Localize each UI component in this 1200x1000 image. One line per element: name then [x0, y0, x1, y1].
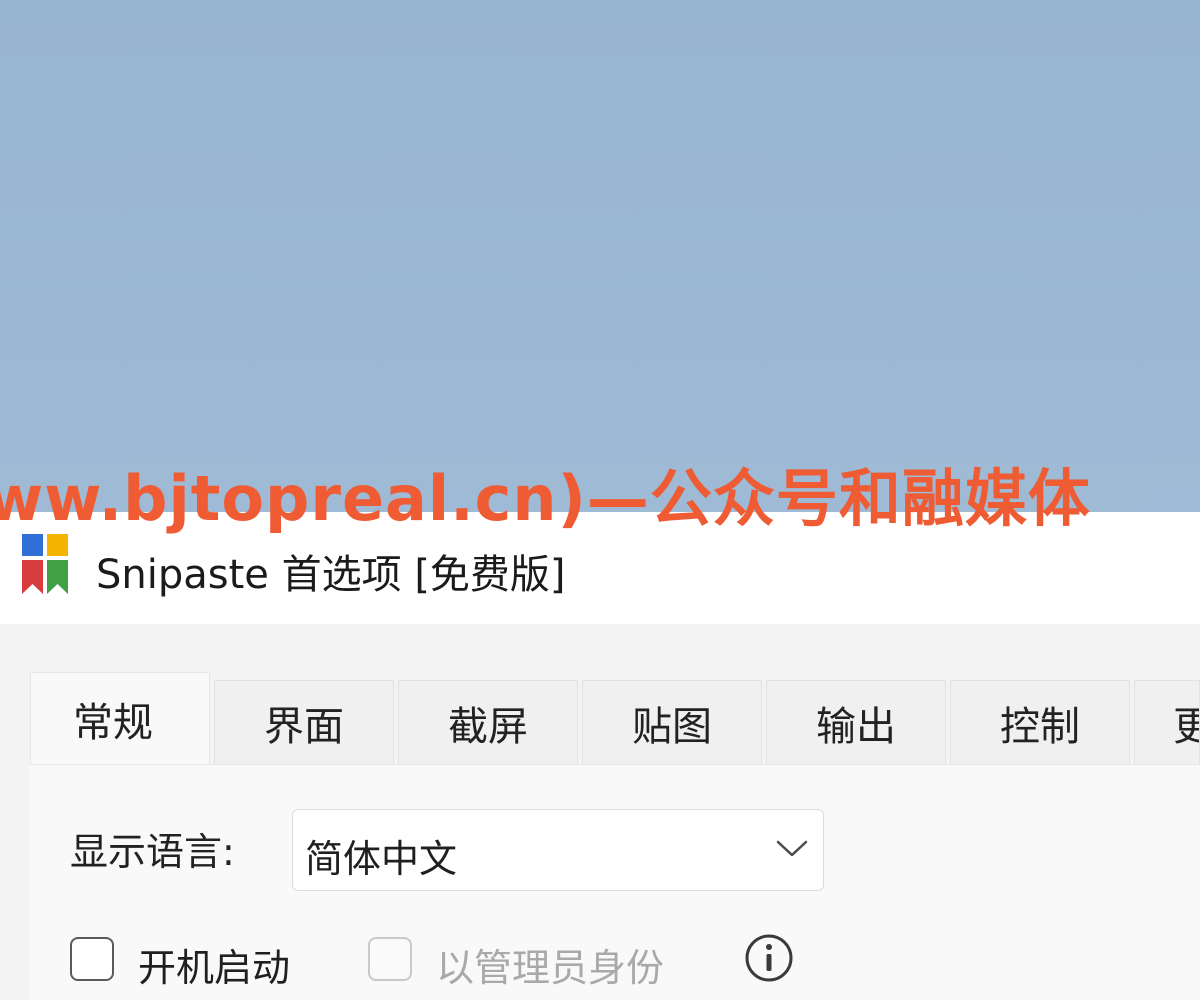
tab-more[interactable]: 更	[1134, 680, 1200, 764]
tab-output[interactable]: 输出	[766, 680, 946, 764]
info-icon[interactable]	[744, 933, 794, 983]
tab-paste[interactable]: 贴图	[582, 680, 762, 764]
tab-general[interactable]: 常规	[30, 672, 210, 764]
window-title: Snipaste 首选项 [免费版]	[96, 552, 566, 598]
run-as-admin-checkbox[interactable]	[368, 937, 412, 981]
language-select[interactable]: 简体中文	[292, 809, 824, 891]
desktop-background: ww.bjtopreal.cn)—公众号和融媒体 Snipaste 首选项 [免…	[0, 0, 1200, 1000]
chevron-down-icon	[776, 840, 808, 857]
tab-interface[interactable]: 界面	[214, 680, 394, 764]
watermark-text: ww.bjtopreal.cn)—公众号和融媒体	[0, 462, 1091, 535]
run-as-admin-label: 以管理员身份	[436, 946, 665, 990]
snipaste-logo-icon	[22, 534, 68, 594]
language-label: 显示语言:	[70, 830, 235, 874]
tab-control[interactable]: 控制	[950, 680, 1130, 764]
language-selected-value: 简体中文	[305, 837, 458, 881]
tab-screenshot[interactable]: 截屏	[398, 680, 578, 764]
startup-checkbox[interactable]	[70, 937, 114, 981]
preferences-window: Snipaste 首选项 [免费版] 常规 界面 截屏 贴图 输出 控制 更 显…	[0, 512, 1200, 1000]
startup-label[interactable]: 开机启动	[138, 937, 290, 992]
general-settings-panel: 显示语言: 简体中文 开机启动 以管理员身份	[30, 764, 1200, 1000]
tab-bar: 常规 界面 截屏 贴图 输出 控制 更	[30, 672, 1200, 764]
